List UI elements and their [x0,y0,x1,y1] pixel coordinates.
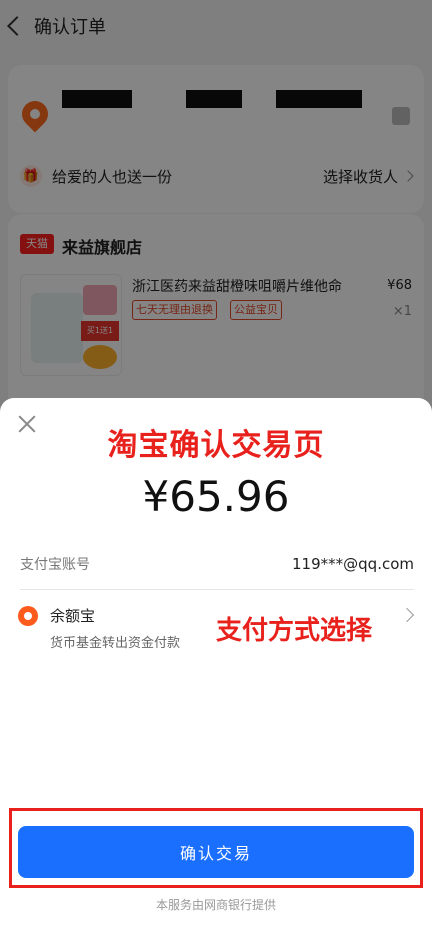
annotation-pay-method: 支付方式选择 [216,616,373,646]
account-value: 119***@qq.com [292,555,414,573]
divider [20,589,414,590]
account-row: 支付宝账号 119***@qq.com [20,552,414,576]
account-label: 支付宝账号 [20,557,90,573]
payment-sheet: 淘宝确认交易页 ¥65.96 支付宝账号 119***@qq.com 余额宝 货… [0,398,432,925]
pay-method-name[interactable]: 余额宝 [50,605,95,626]
footer-note: 本服务由网商银行提供 [155,898,276,912]
annotation-title: 淘宝确认交易页 [107,428,325,463]
payment-amount: ¥65.96 [142,472,290,521]
yuebao-icon [18,606,38,626]
confirm-trade-button[interactable]: 确认交易 [18,826,414,878]
chevron-right-icon[interactable] [399,607,415,623]
pay-method-sub: 货币基金转出资金付款 [50,636,181,651]
